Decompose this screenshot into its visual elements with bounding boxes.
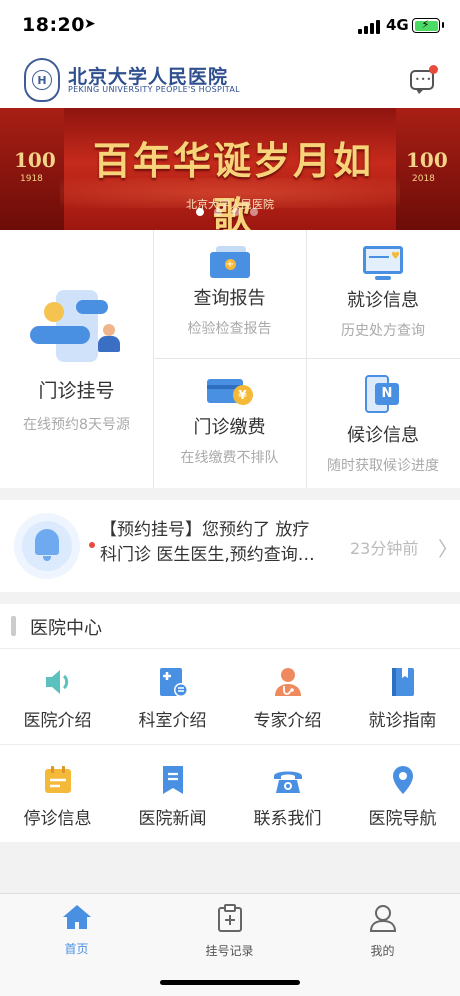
payment-tile[interactable]: ¥ 门诊缴费 在线缴费不排队: [153, 359, 306, 488]
telephone-icon: [272, 764, 304, 796]
speaker-icon: [42, 666, 74, 698]
department-intro-tile[interactable]: 科室介绍: [115, 666, 230, 731]
doctor-icon: [272, 666, 304, 698]
anniversary-year-left: 1918: [20, 174, 43, 184]
monitor-heart-icon: ♥: [363, 246, 403, 280]
home-indicator[interactable]: [160, 980, 300, 985]
carousel-dot[interactable]: [232, 208, 240, 216]
card-payment-icon: ¥: [206, 375, 253, 407]
folder-report-icon: +: [209, 246, 250, 278]
network-type: 4G: [386, 16, 409, 34]
visit-info-subtitle: 历史处方查询: [341, 323, 425, 339]
payment-title: 门诊缴费: [193, 417, 266, 438]
closure-info-tile[interactable]: 停诊信息: [0, 764, 115, 829]
clipboard-icon: [217, 904, 242, 932]
location-pin-icon: [387, 764, 419, 796]
unread-dot: [429, 65, 438, 74]
book-icon: [387, 666, 419, 698]
tab-registration-records[interactable]: 挂号记录: [153, 904, 306, 959]
cellular-signal-icon: [358, 20, 382, 34]
report-title: 查询报告: [193, 288, 266, 309]
status-bar: 18:20 ➤ 4G ⚡: [0, 0, 460, 54]
carousel-dot[interactable]: [214, 208, 222, 216]
carousel-indicator[interactable]: [196, 208, 258, 216]
notice-text: 【预约挂号】您预约了 放疗 科门诊 医生医生,预约查询…: [100, 520, 315, 565]
register-subtitle: 在线预约8天号源: [23, 417, 130, 433]
hospital-center: 医院中心 医院介绍 科室介绍 专家介绍 就诊指南 停诊信息 医院新闻 联系我们 …: [0, 604, 460, 842]
hospital-intro-tile[interactable]: 医院介绍: [0, 666, 115, 731]
department-icon: [157, 666, 189, 698]
hospital-logo-icon: H: [24, 58, 60, 102]
anniversary-badge-right: 100: [406, 148, 448, 172]
chevron-right-icon: 〉: [438, 537, 458, 561]
calendar-icon: [42, 764, 74, 796]
tab-home[interactable]: 首页: [0, 904, 153, 957]
anniversary-badge-left: 100: [14, 148, 56, 172]
registration-icon: [30, 290, 126, 362]
messages-button[interactable]: •••: [410, 65, 438, 94]
hospital-navigation-tile[interactable]: 医院导航: [345, 764, 460, 829]
service-grid: 门诊挂号 在线预约8天号源 + 查询报告 检验检查报告 ♥ 就诊信息 历史处方查…: [0, 230, 460, 488]
carousel-dot[interactable]: [196, 208, 204, 216]
battery-icon: ⚡: [412, 18, 444, 33]
payment-subtitle: 在线缴费不排队: [180, 450, 279, 466]
visit-guide-tile[interactable]: 就诊指南: [345, 666, 460, 731]
report-subtitle: 检验检查报告: [187, 321, 272, 337]
visit-info-tile[interactable]: ♥ 就诊信息 历史处方查询: [306, 230, 460, 358]
phone-queue-icon: N: [363, 375, 403, 415]
section-title: 医院中心: [30, 618, 102, 639]
bell-icon: [14, 513, 80, 579]
expert-intro-tile[interactable]: 专家介绍: [230, 666, 345, 731]
report-tile[interactable]: + 查询报告 检验检查报告: [153, 230, 306, 358]
waiting-info-title: 候诊信息: [347, 425, 419, 446]
waiting-info-tile[interactable]: N 候诊信息 随时获取候诊进度: [306, 359, 460, 488]
unread-dot: [89, 542, 95, 548]
app-header: H 北京大学人民医院 PEKING UNIVERSITY PEOPLE'S HO…: [0, 54, 460, 108]
appointment-notice[interactable]: 【预约挂号】您预约了 放疗 科门诊 医生医生,预约查询… 23分钟前 〉: [0, 500, 460, 592]
anniversary-year-right: 2018: [412, 174, 435, 184]
hospital-news-tile[interactable]: 医院新闻: [115, 764, 230, 829]
visit-info-title: 就诊信息: [347, 290, 419, 311]
tab-profile[interactable]: 我的: [306, 904, 459, 959]
user-icon: [369, 905, 396, 932]
location-arrow-icon: ➤: [84, 16, 96, 32]
hospital-name-en: PEKING UNIVERSITY PEOPLE'S HOSPITAL: [68, 85, 240, 94]
status-time: 18:20: [22, 14, 85, 36]
home-icon: [62, 905, 91, 929]
chat-bubble-icon: •••: [415, 75, 433, 84]
banner-carousel[interactable]: 100 1918 100 2018 百年华诞岁月如歌 北京大学人民医院: [0, 108, 460, 230]
contact-us-tile[interactable]: 联系我们: [230, 764, 345, 829]
register-tile[interactable]: 门诊挂号 在线预约8天号源: [0, 230, 153, 488]
carousel-dot[interactable]: [250, 208, 258, 216]
notice-time: 23分钟前: [350, 539, 419, 558]
register-title: 门诊挂号: [38, 380, 115, 402]
bookmark-icon: [157, 764, 189, 796]
waiting-info-subtitle: 随时获取候诊进度: [327, 458, 439, 474]
